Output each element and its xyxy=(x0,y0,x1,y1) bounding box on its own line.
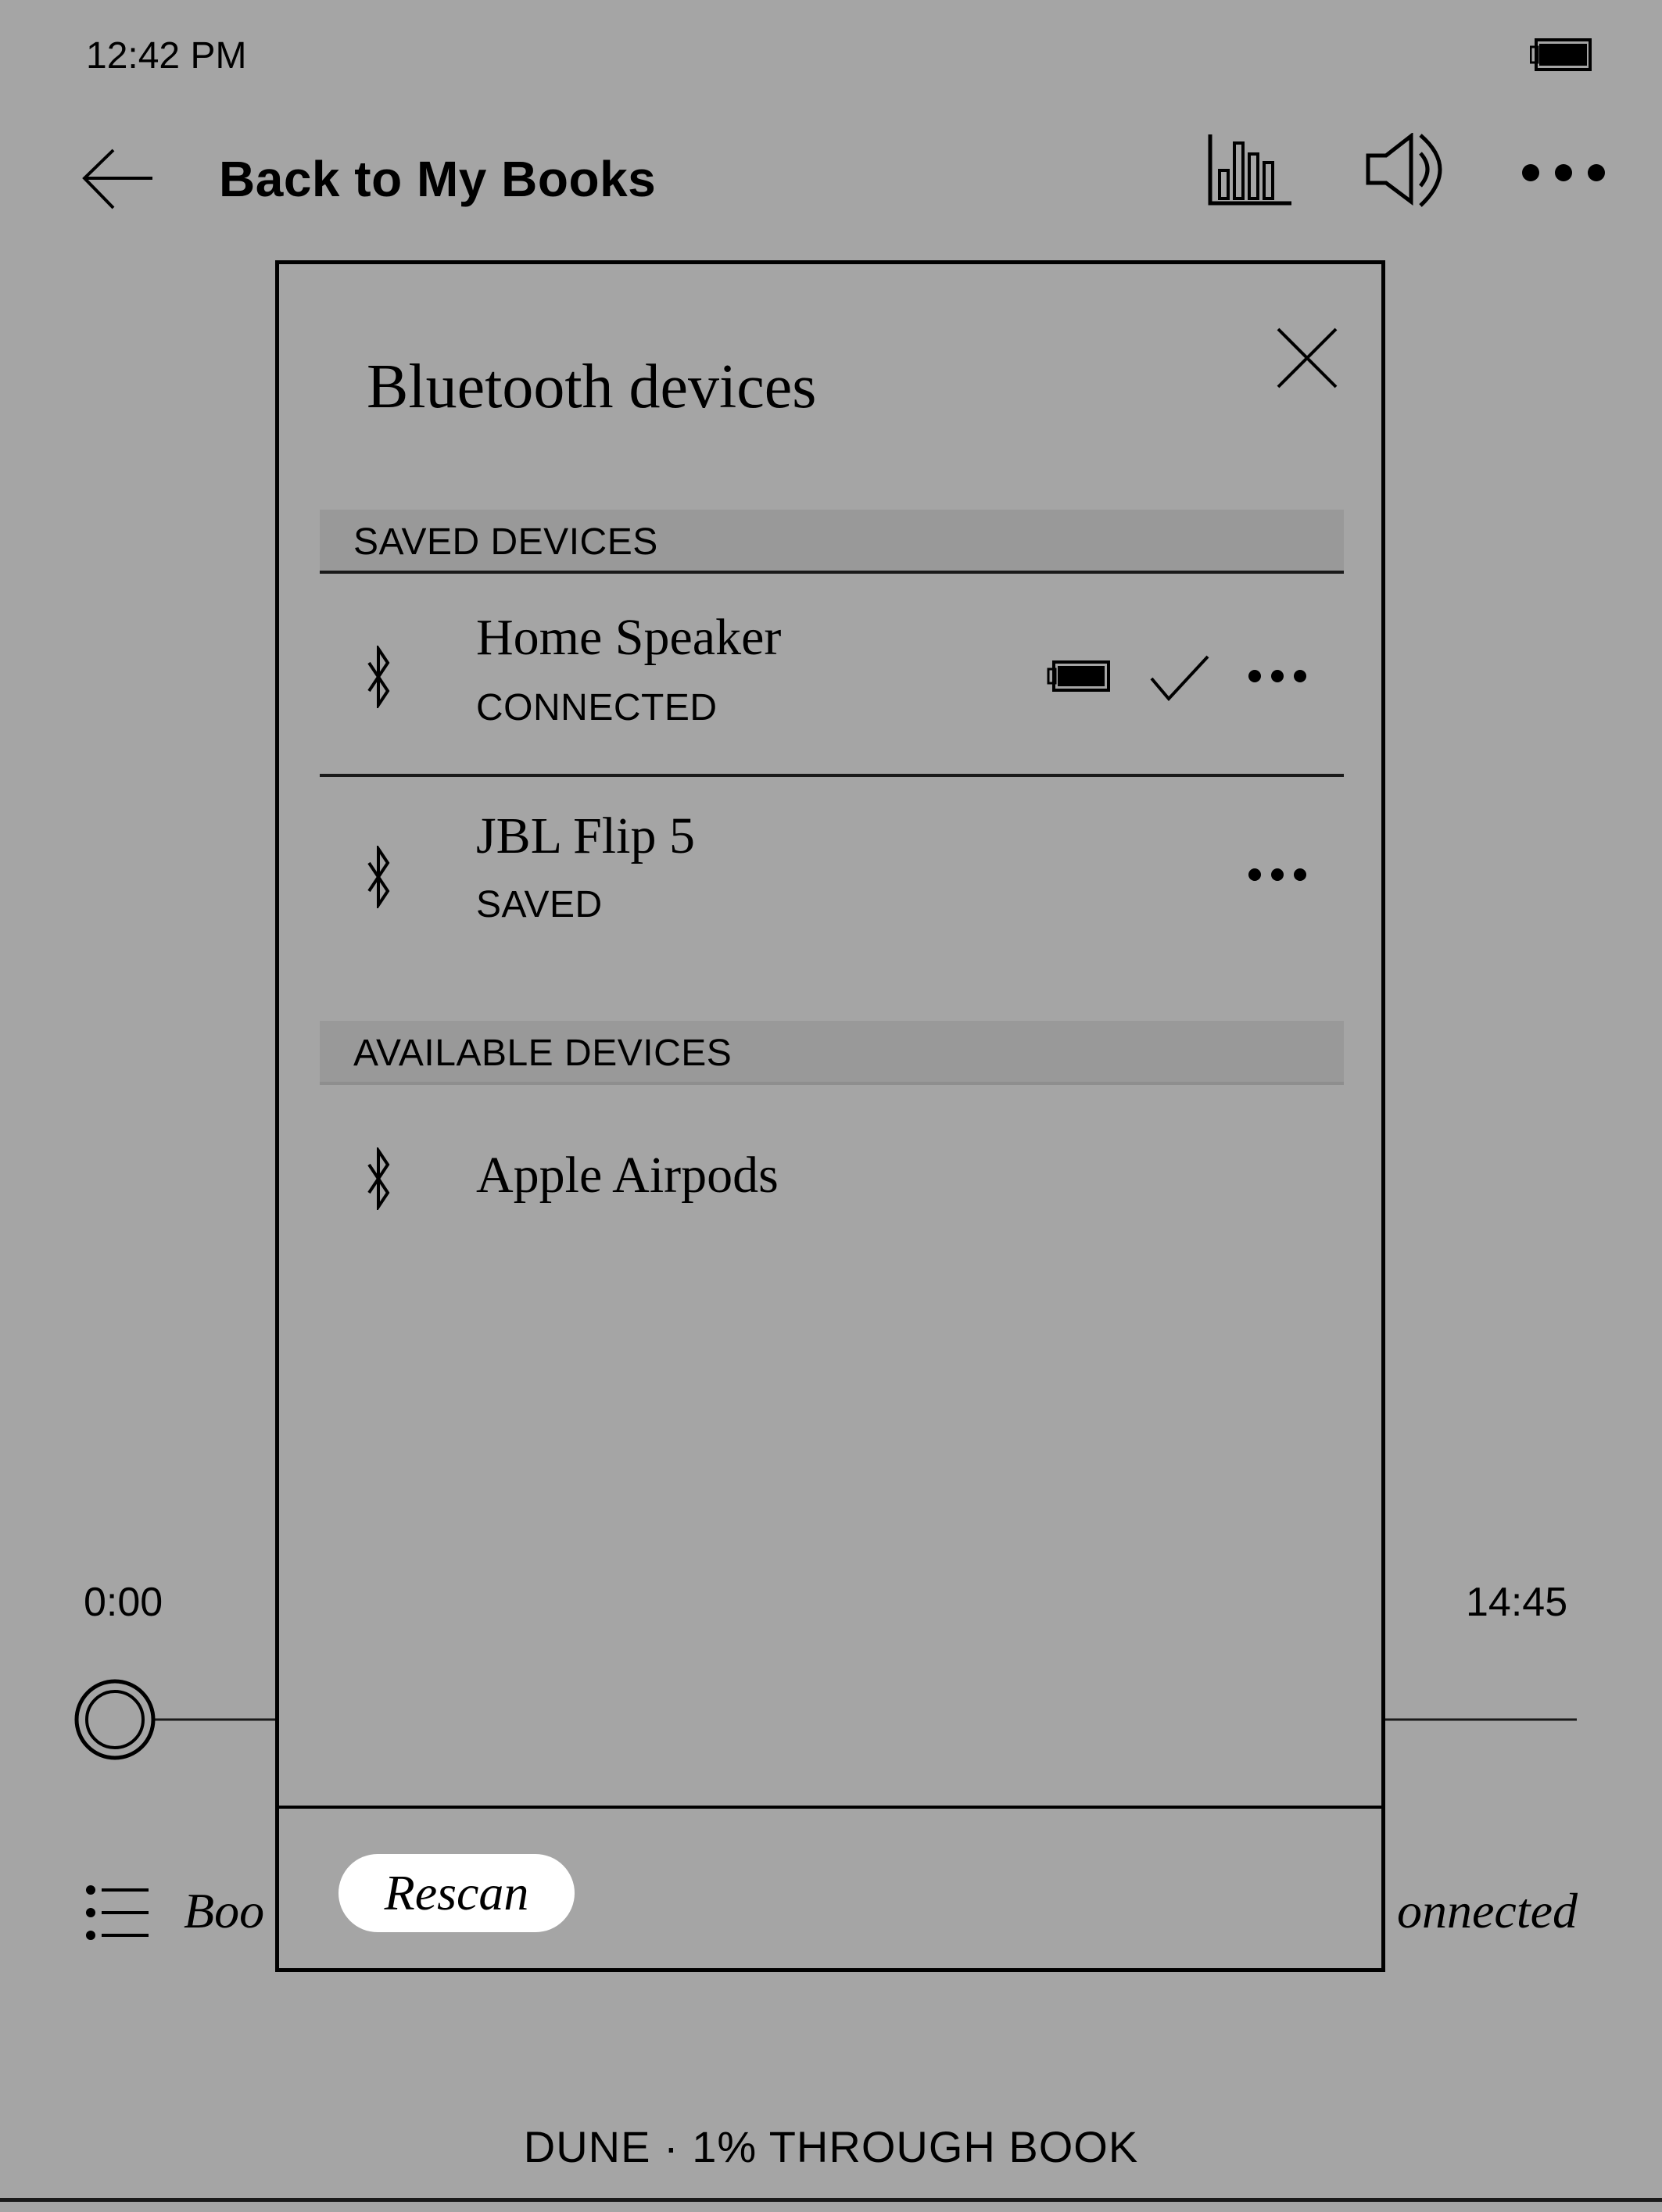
device-status: CONNECTED xyxy=(476,687,718,728)
list-icon[interactable] xyxy=(84,1884,151,1942)
dialog-title: Bluetooth devices xyxy=(367,353,817,421)
total-time: 14:45 xyxy=(1466,1580,1568,1625)
close-icon[interactable] xyxy=(1272,323,1342,393)
bluetooth-icon xyxy=(367,846,390,908)
device-name: JBL Flip 5 xyxy=(476,807,695,864)
back-to-my-books-link[interactable]: Back to My Books xyxy=(219,150,656,208)
bluetooth-icon xyxy=(367,1147,390,1210)
device-status: SAVED xyxy=(476,884,603,925)
more-horizontal-icon[interactable] xyxy=(1517,160,1610,185)
section-header-label: AVAILABLE DEVICES xyxy=(353,1033,732,1074)
book-progress: DUNE · 1% THROUGH BOOK xyxy=(523,2122,1139,2171)
battery-full-icon xyxy=(1047,660,1110,692)
device-name: Apple Airpods xyxy=(476,1147,779,1204)
device-more-icon[interactable] xyxy=(1246,664,1309,688)
device-row-home-speaker[interactable]: Home Speaker CONNECTED xyxy=(320,577,1344,777)
bottom-divider xyxy=(0,2198,1662,2202)
bookmarks-label[interactable]: Boo xyxy=(184,1882,264,1940)
back-arrow-icon[interactable] xyxy=(82,149,156,211)
device-row-jbl-flip-5[interactable]: JBL Flip 5 SAVED xyxy=(320,780,1344,975)
bluetooth-dialog: Bluetooth devices SAVED DEVICES Home Spe… xyxy=(275,260,1385,1972)
device-row-apple-airpods[interactable]: Apple Airpods xyxy=(320,1085,1344,1249)
battery-full-icon xyxy=(1530,38,1592,71)
dialog-footer-divider xyxy=(279,1806,1381,1809)
saved-devices-header: SAVED DEVICES xyxy=(320,510,1344,574)
section-header-label: SAVED DEVICES xyxy=(353,521,658,563)
scrubber-handle[interactable] xyxy=(74,1679,156,1760)
rescan-button[interactable]: Rescan xyxy=(338,1854,575,1932)
device-more-icon[interactable] xyxy=(1246,863,1309,886)
status-time: 12:42 PM xyxy=(86,35,247,77)
bar-chart-icon[interactable] xyxy=(1208,134,1294,206)
available-devices-header: AVAILABLE DEVICES xyxy=(320,1021,1344,1085)
volume-icon[interactable] xyxy=(1364,133,1454,211)
checkmark-icon xyxy=(1150,655,1209,702)
bluetooth-icon xyxy=(367,646,390,708)
device-name: Home Speaker xyxy=(476,609,782,666)
elapsed-time: 0:00 xyxy=(84,1580,163,1625)
